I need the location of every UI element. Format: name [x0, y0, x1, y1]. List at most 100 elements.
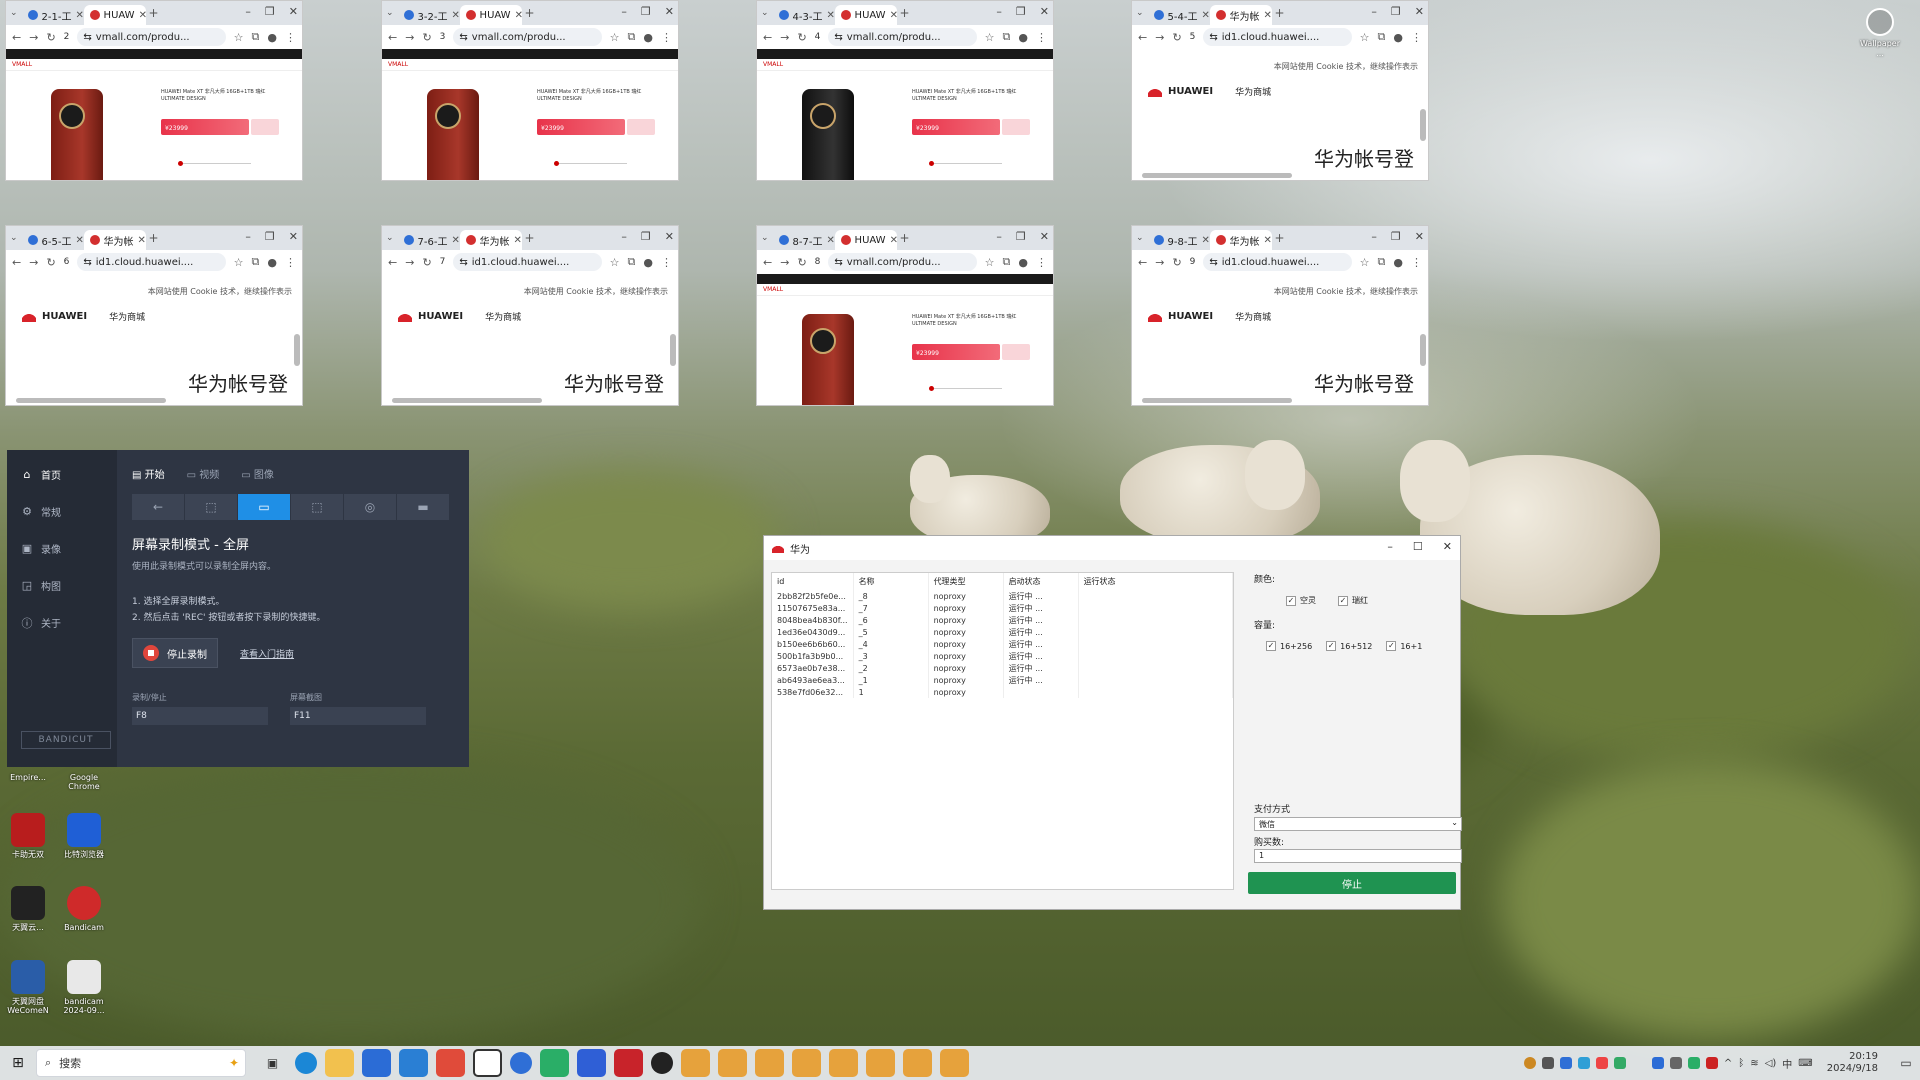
- close-tab-icon[interactable]: ✕: [1264, 10, 1272, 21]
- tab-search-icon[interactable]: ⌄: [761, 8, 769, 18]
- taskbar-bitbrowser[interactable]: [577, 1049, 606, 1077]
- menu-icon[interactable]: ⋮: [1411, 256, 1422, 269]
- cursor-mode-button[interactable]: ⬚: [291, 494, 343, 520]
- forward-icon[interactable]: →: [1155, 256, 1164, 269]
- address-bar[interactable]: ⇆ id1.cloud.huawei....: [1203, 253, 1352, 271]
- minimize-icon[interactable]: –: [996, 5, 1002, 18]
- browser-tab-huawei[interactable]: HUAW ✕: [459, 5, 522, 25]
- task-view-button[interactable]: ▣: [258, 1049, 287, 1077]
- record-icon[interactable]: [1523, 1057, 1536, 1069]
- close-icon[interactable]: ✕: [289, 230, 298, 243]
- close-tab-icon[interactable]: ✕: [1264, 235, 1272, 246]
- horizontal-scrollbar[interactable]: [1142, 398, 1292, 403]
- browser-tab-huawei[interactable]: HUAW ✕: [834, 230, 897, 250]
- back-icon[interactable]: ←: [388, 31, 397, 44]
- close-tab-icon[interactable]: ✕: [827, 235, 835, 246]
- back-icon[interactable]: ←: [763, 256, 772, 269]
- bookmark-star-icon[interactable]: ☆: [234, 256, 244, 269]
- close-tab-icon[interactable]: ✕: [890, 235, 897, 246]
- table-row[interactable]: 11507675e83a... _7 noproxy 运行中 ...: [772, 602, 1233, 614]
- extensions-icon[interactable]: ⧉: [252, 255, 260, 269]
- profile-icon[interactable]: ●: [267, 256, 277, 269]
- taskbar-wechat[interactable]: [540, 1049, 569, 1077]
- maximize-icon[interactable]: ❐: [641, 5, 651, 18]
- close-icon[interactable]: ✕: [1443, 540, 1452, 553]
- quantity-slider[interactable]: [557, 163, 627, 164]
- menu-icon[interactable]: ⋮: [285, 256, 296, 269]
- close-tab-icon[interactable]: ✕: [515, 10, 522, 21]
- desktop-icon-empire[interactable]: Empire...: [0, 770, 56, 782]
- taskbar-chrome[interactable]: [473, 1049, 502, 1077]
- bandicut-nav-general[interactable]: ⚙ 常规: [7, 493, 117, 530]
- taskbar-mail[interactable]: [399, 1049, 428, 1077]
- table-row[interactable]: 8048bea4b830f... _6 noproxy 运行中 ...: [772, 614, 1233, 626]
- reload-icon[interactable]: ↻: [422, 256, 431, 269]
- menu-icon[interactable]: ⋮: [661, 31, 672, 44]
- close-tab-icon[interactable]: ✕: [138, 235, 146, 246]
- capacity-option-2[interactable]: ✓ 16+512: [1326, 641, 1372, 651]
- taskbar-clock[interactable]: 20:19 2024/9/18: [1819, 1051, 1886, 1075]
- extensions-icon[interactable]: ⧉: [628, 255, 636, 269]
- taskbar-browser-8[interactable]: [940, 1049, 969, 1077]
- quantity-slider[interactable]: [932, 388, 1002, 389]
- horizontal-scrollbar[interactable]: [1142, 173, 1292, 178]
- new-tab-button[interactable]: +: [897, 231, 913, 245]
- maximize-icon[interactable]: ❐: [1391, 5, 1401, 18]
- close-icon[interactable]: ✕: [665, 5, 674, 18]
- back-mode-button[interactable]: ←: [132, 494, 184, 520]
- getting-started-link[interactable]: 查看入门指南: [240, 647, 294, 660]
- browser-tab-huawei[interactable]: HUAW ✕: [83, 5, 146, 25]
- maximize-icon[interactable]: ❐: [265, 5, 275, 18]
- tab-search-icon[interactable]: ⌄: [1136, 233, 1144, 243]
- back-icon[interactable]: ←: [12, 256, 21, 269]
- table-row[interactable]: 500b1fa3b9b0... _3 noproxy 运行中 ...: [772, 650, 1233, 662]
- close-tab-icon[interactable]: ✕: [452, 235, 460, 246]
- profile-icon[interactable]: ●: [643, 256, 653, 269]
- profile-icon[interactable]: ●: [643, 31, 653, 44]
- browser-tab-profile[interactable]: 2-1-工 ✕: [22, 5, 84, 25]
- forward-icon[interactable]: →: [780, 256, 789, 269]
- table-row[interactable]: 1ed36e0430d9... _5 noproxy 运行中 ...: [772, 626, 1233, 638]
- menu-icon[interactable]: ⋮: [285, 31, 296, 44]
- browser-tab-huawei[interactable]: 华为帐 ✕: [83, 230, 146, 250]
- maximize-icon[interactable]: ❐: [265, 230, 275, 243]
- taskbar-store[interactable]: [362, 1049, 391, 1077]
- taskbar-app-blue[interactable]: [510, 1052, 532, 1074]
- close-tab-icon[interactable]: ✕: [890, 10, 897, 21]
- extensions-icon[interactable]: ⧉: [628, 30, 636, 44]
- new-tab-button[interactable]: +: [897, 6, 913, 20]
- bandicut-nav-about[interactable]: ⓘ 关于: [7, 604, 117, 641]
- back-icon[interactable]: ←: [1138, 256, 1147, 269]
- table-row[interactable]: ab6493ae6ea3... _1 noproxy 运行中 ...: [772, 674, 1233, 686]
- tab-search-icon[interactable]: ⌄: [761, 233, 769, 243]
- desktop-icon-kazhu[interactable]: 卡助无双: [0, 813, 56, 859]
- tab-search-icon[interactable]: ⌄: [386, 233, 394, 243]
- minimize-icon[interactable]: –: [1371, 230, 1377, 243]
- bookmark-star-icon[interactable]: ☆: [1360, 31, 1370, 44]
- extensions-icon[interactable]: ⧉: [1378, 255, 1386, 269]
- taskbar-bandicam[interactable]: [651, 1052, 673, 1074]
- ime-icon[interactable]: 中: [1782, 1056, 1792, 1071]
- profile-icon[interactable]: ●: [1018, 256, 1028, 269]
- slider-handle[interactable]: [929, 386, 934, 391]
- close-tab-icon[interactable]: ✕: [514, 235, 522, 246]
- reload-icon[interactable]: ↻: [422, 31, 431, 44]
- forward-icon[interactable]: →: [780, 31, 789, 44]
- desktop-icon-bandicam-file[interactable]: bandicam 2024-09...: [56, 960, 112, 1015]
- back-icon[interactable]: ←: [388, 256, 397, 269]
- reload-icon[interactable]: ↻: [797, 256, 806, 269]
- forward-icon[interactable]: →: [405, 31, 414, 44]
- browser-tab-profile[interactable]: 9-8-工 ✕: [1148, 230, 1210, 250]
- minimize-icon[interactable]: –: [621, 5, 627, 18]
- reload-icon[interactable]: ↻: [1172, 31, 1181, 44]
- extensions-icon[interactable]: ⧉: [1003, 30, 1011, 44]
- tab-search-icon[interactable]: ⌄: [10, 8, 18, 18]
- back-icon[interactable]: ←: [1138, 31, 1147, 44]
- new-tab-button[interactable]: +: [146, 6, 162, 20]
- wifi-icon[interactable]: ≋: [1750, 1058, 1758, 1069]
- tab-search-icon[interactable]: ⌄: [10, 233, 18, 243]
- taskbar-browser-1[interactable]: [681, 1049, 710, 1077]
- address-bar[interactable]: ⇆ vmall.com/produ...: [828, 253, 977, 271]
- scrollbar[interactable]: [294, 334, 300, 366]
- table-row[interactable]: 2bb82f2b5fe0e... _8 noproxy 运行中 ...: [772, 590, 1233, 602]
